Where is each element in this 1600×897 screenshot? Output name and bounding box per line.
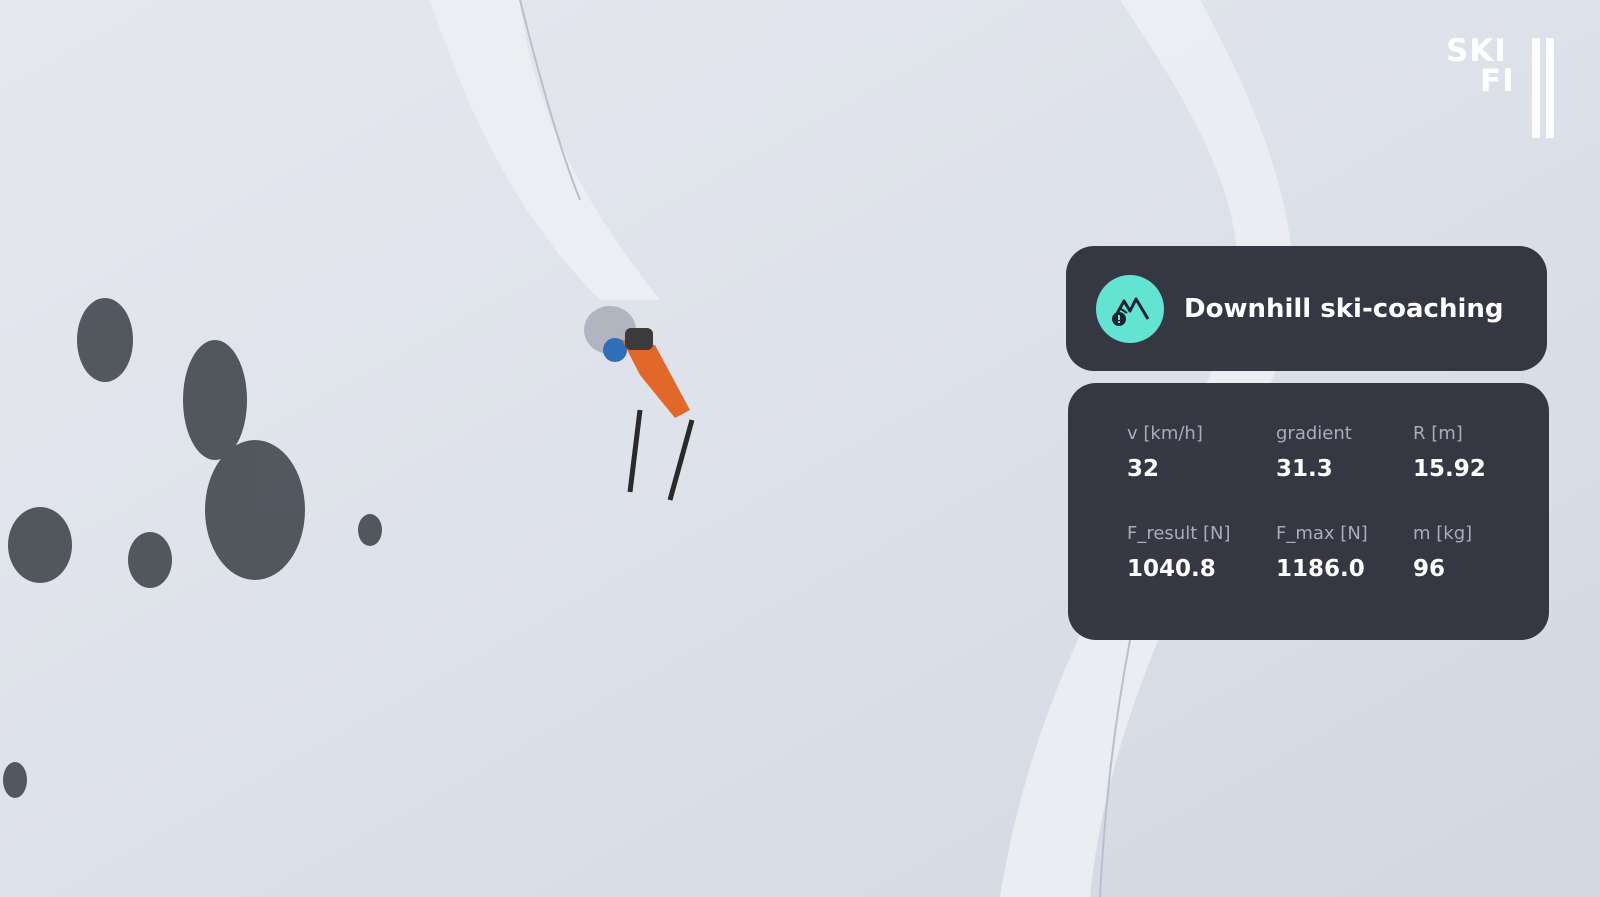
mountain-alert-icon — [1096, 274, 1164, 343]
coaching-title: Downhill ski-coaching — [1184, 293, 1504, 324]
metric-radius: R [m] 15.92 — [1413, 423, 1486, 482]
metric-value: 96 — [1413, 556, 1446, 582]
metric-label: gradient — [1276, 423, 1352, 444]
logo-text-line1: SKI — [1446, 33, 1507, 69]
logo-text-line2: FI — [1480, 63, 1515, 99]
metric-label: m [kg] — [1413, 523, 1473, 544]
logo-bar — [1532, 38, 1540, 138]
metric-value: 15.92 — [1413, 456, 1486, 482]
metric-label: F_result [N] — [1127, 523, 1231, 544]
metric-label: R [m] — [1413, 423, 1463, 444]
metric-value: 1040.8 — [1127, 556, 1216, 582]
metric-force-result: F_result [N] 1040.8 — [1127, 523, 1231, 582]
metric-label: v [km/h] — [1127, 423, 1203, 444]
metric-value: 31.3 — [1276, 456, 1333, 482]
metric-gradient: gradient 31.3 — [1276, 423, 1352, 482]
metric-speed: v [km/h] 32 — [1127, 423, 1203, 482]
metric-value: 32 — [1127, 456, 1160, 482]
metric-mass: m [kg] 96 — [1413, 523, 1472, 582]
metrics-panel: v [km/h] 32 gradient 31.3 R [m] 15.92 F_… — [1068, 383, 1549, 640]
metric-value: 1186.0 — [1276, 556, 1365, 582]
metric-force-max: F_max [N] 1186.0 — [1276, 523, 1368, 582]
skifi-logo: SKI FI — [1440, 32, 1570, 142]
metric-label: F_max [N] — [1276, 523, 1368, 544]
logo-bar — [1546, 38, 1554, 138]
coaching-header-card: Downhill ski-coaching — [1066, 246, 1547, 371]
